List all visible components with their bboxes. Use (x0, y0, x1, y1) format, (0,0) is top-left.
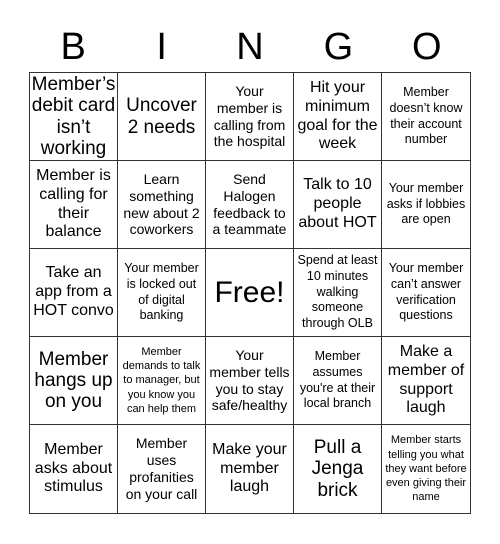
bingo-cell[interactable]: Make your member laugh (206, 425, 294, 513)
bingo-cell[interactable]: Pull a Jenga brick (294, 425, 382, 513)
bingo-cell[interactable]: Member assumes you're at their local bra… (294, 337, 382, 425)
bingo-cell[interactable]: Member hangs up on you (30, 337, 118, 425)
bingo-cell[interactable]: Member demands to talk to manager, but y… (118, 337, 206, 425)
header-letter-n: N (236, 26, 264, 68)
bingo-cell[interactable]: Your member asks if lobbies are open (382, 161, 470, 249)
bingo-cell[interactable]: Your member is calling from the hospital (206, 73, 294, 161)
bingo-cell[interactable]: Spend at least 10 minutes walking someon… (294, 249, 382, 337)
bingo-cell[interactable]: Member uses profanities on your call (118, 425, 206, 513)
bingo-cell[interactable]: Take an app from a HOT convo (30, 249, 118, 337)
bingo-cell[interactable]: Member starts telling you what they want… (382, 425, 470, 513)
bingo-cell[interactable]: Talk to 10 people about HOT (294, 161, 382, 249)
bingo-cell[interactable]: Member asks about stimulus (30, 425, 118, 513)
header-letter-i: I (156, 26, 167, 68)
bingo-cell[interactable]: Uncover 2 needs (118, 73, 206, 161)
bingo-cell[interactable]: Send Halogen feedback to a teammate (206, 161, 294, 249)
bingo-cell[interactable]: Your member can’t answer verification qu… (382, 249, 470, 337)
bingo-cell[interactable]: Hit your minimum goal for the week (294, 73, 382, 161)
header-letter-o: O (412, 26, 442, 68)
bingo-cell[interactable]: Member is calling for their balance (30, 161, 118, 249)
header-letter-g: G (323, 26, 354, 68)
bingo-header: B I N G O (29, 22, 471, 72)
bingo-cell[interactable]: Member doesn’t know their account number (382, 73, 470, 161)
header-letter-b: B (60, 26, 86, 68)
bingo-board: Member’s debit card isn’t working Uncove… (29, 72, 471, 514)
bingo-cell[interactable]: Your member is locked out of digital ban… (118, 249, 206, 337)
bingo-cell[interactable]: Member’s debit card isn’t working (30, 73, 118, 161)
bingo-cell[interactable]: Your member tells you to stay safe/healt… (206, 337, 294, 425)
bingo-cell[interactable]: Make a member of support laugh (382, 337, 470, 425)
free-space[interactable]: Free! (206, 249, 294, 337)
bingo-cell[interactable]: Learn something new about 2 coworkers (118, 161, 206, 249)
